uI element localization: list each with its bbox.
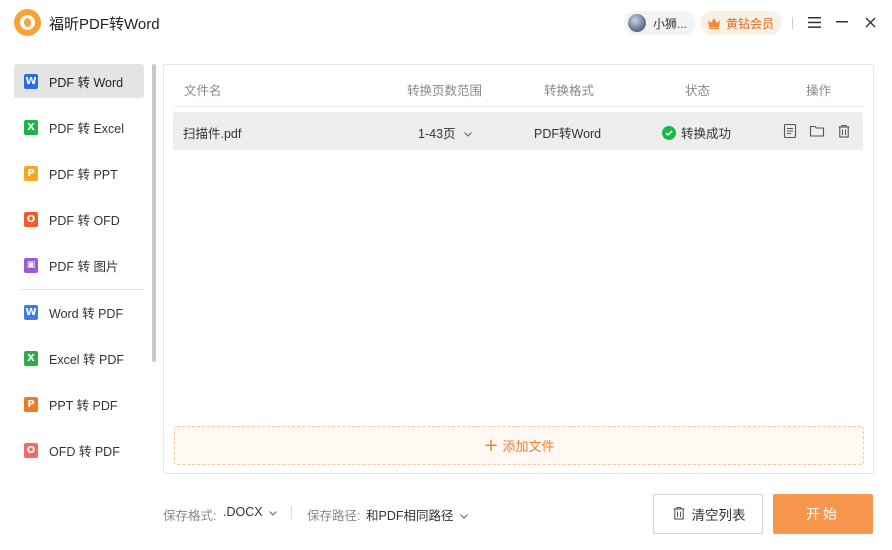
- table-row[interactable]: 扫描件.pdf 1-43页 PDF转Word 转换成功: [173, 112, 863, 150]
- sidebar-item-pdf-to-word[interactable]: W PDF 转 Word: [14, 64, 144, 98]
- vip-member-button[interactable]: 黄钻会员: [700, 11, 782, 35]
- save-format-label: 保存格式:: [163, 509, 217, 523]
- excel-file-icon: X: [24, 350, 38, 366]
- trash-icon: [671, 505, 687, 524]
- sidebar-item-excel-to-pdf[interactable]: X Excel 转 PDF: [14, 341, 144, 375]
- sidebar-item-label: PDF 转 PPT: [49, 167, 118, 182]
- image-icon: ▣: [24, 257, 38, 273]
- sidebar-item-pdf-to-ppt[interactable]: P PDF 转 PPT: [14, 156, 144, 190]
- sidebar-item-label: PDF 转 图片: [49, 259, 119, 274]
- app-title: 福昕PDF转Word: [49, 16, 160, 33]
- table-header: 文件名 转换页数范围 转换格式 状态 操作: [174, 65, 864, 107]
- column-header-range: 转换页数范围: [407, 84, 483, 98]
- start-button[interactable]: 开始: [773, 494, 873, 534]
- sidebar-item-label: PDF 转 Excel: [49, 121, 125, 136]
- check-circle-icon: [662, 125, 676, 140]
- column-header-name: 文件名: [184, 84, 222, 98]
- excel-icon: X: [24, 119, 38, 135]
- status-badge: 转换成功: [662, 123, 731, 142]
- save-path-label: 保存路径:: [307, 509, 361, 523]
- sidebar-item-label: OFD 转 PDF: [49, 444, 120, 459]
- save-format-value: .DOCX: [223, 505, 263, 519]
- sidebar-item-label: PPT 转 PDF: [49, 398, 118, 413]
- save-path-dropdown[interactable]: 和PDF相同路径: [366, 505, 468, 524]
- column-header-ops: 操作: [806, 84, 832, 98]
- ppt-icon: P: [24, 165, 38, 181]
- add-file-label: 添加文件: [502, 439, 555, 454]
- sidebar-item-pdf-to-ofd[interactable]: O PDF 转 OFD: [14, 202, 144, 236]
- chevron-down-icon: [268, 505, 277, 519]
- sidebar-item-word-to-pdf[interactable]: W Word 转 PDF: [14, 295, 144, 329]
- user-account-button[interactable]: 小狮...: [624, 11, 696, 35]
- plus-icon: +: [483, 434, 499, 456]
- file-list-panel: 文件名 转换页数范围 转换格式 状态 操作 扫描件.pdf 1-43页 PDF转…: [163, 64, 874, 474]
- column-header-format: 转换格式: [544, 84, 595, 98]
- minimize-icon[interactable]: [834, 14, 850, 30]
- menu-icon[interactable]: [806, 14, 822, 30]
- save-path-value: 和PDF相同路径: [366, 509, 454, 523]
- sidebar-item-label: PDF 转 Word: [49, 75, 124, 90]
- close-icon[interactable]: [862, 14, 878, 30]
- column-header-status: 状态: [685, 84, 711, 98]
- convert-format: PDF转Word: [534, 127, 602, 141]
- file-name: 扫描件.pdf: [183, 127, 242, 141]
- sidebar-item-pdf-to-excel[interactable]: X PDF 转 Excel: [14, 110, 144, 144]
- save-format-dropdown[interactable]: .DOCX: [223, 505, 277, 519]
- titlebar-divider: [792, 17, 793, 29]
- ofd-file-icon: O: [24, 442, 38, 458]
- word-icon: W: [24, 73, 38, 89]
- sidebar-divider: [20, 289, 144, 290]
- sidebar-item-ppt-to-pdf[interactable]: P PPT 转 PDF: [14, 387, 144, 421]
- chevron-down-icon: [463, 126, 472, 140]
- sidebar-item-ofd-to-pdf[interactable]: O OFD 转 PDF: [14, 433, 144, 467]
- word-file-icon: W: [24, 304, 38, 320]
- sidebar-item-pdf-to-image[interactable]: ▣ PDF 转 图片: [14, 248, 144, 282]
- page-range-dropdown[interactable]: 1-43页: [418, 123, 472, 142]
- app-logo-icon: [14, 9, 41, 36]
- avatar: [628, 14, 646, 32]
- ofd-icon: O: [24, 211, 38, 227]
- sidebar-item-label: Excel 转 PDF: [49, 352, 125, 367]
- chevron-down-icon: [459, 508, 468, 522]
- status-text: 转换成功: [681, 127, 732, 141]
- sidebar-item-label: Word 转 PDF: [49, 306, 124, 321]
- clear-list-label: 清空列表: [691, 508, 746, 523]
- open-file-icon[interactable]: [782, 123, 798, 139]
- vip-label: 黄钻会员: [726, 16, 775, 31]
- sidebar-scrollbar[interactable]: [152, 64, 156, 362]
- folder-icon[interactable]: [809, 123, 825, 139]
- ppt-file-icon: P: [24, 396, 38, 412]
- bottom-divider: [291, 506, 292, 519]
- start-label: 开始: [806, 506, 840, 522]
- username-label: 小狮...: [653, 16, 688, 31]
- crown-icon: [707, 17, 721, 29]
- title-bar: 福昕PDF转Word 小狮... 黄钻会员: [0, 0, 892, 46]
- clear-list-button[interactable]: 清空列表: [653, 494, 763, 534]
- sidebar-item-label: PDF 转 OFD: [49, 213, 120, 228]
- page-range-value: 1-43页: [418, 127, 456, 141]
- trash-icon[interactable]: [836, 123, 852, 139]
- add-file-button[interactable]: + 添加文件: [174, 426, 864, 465]
